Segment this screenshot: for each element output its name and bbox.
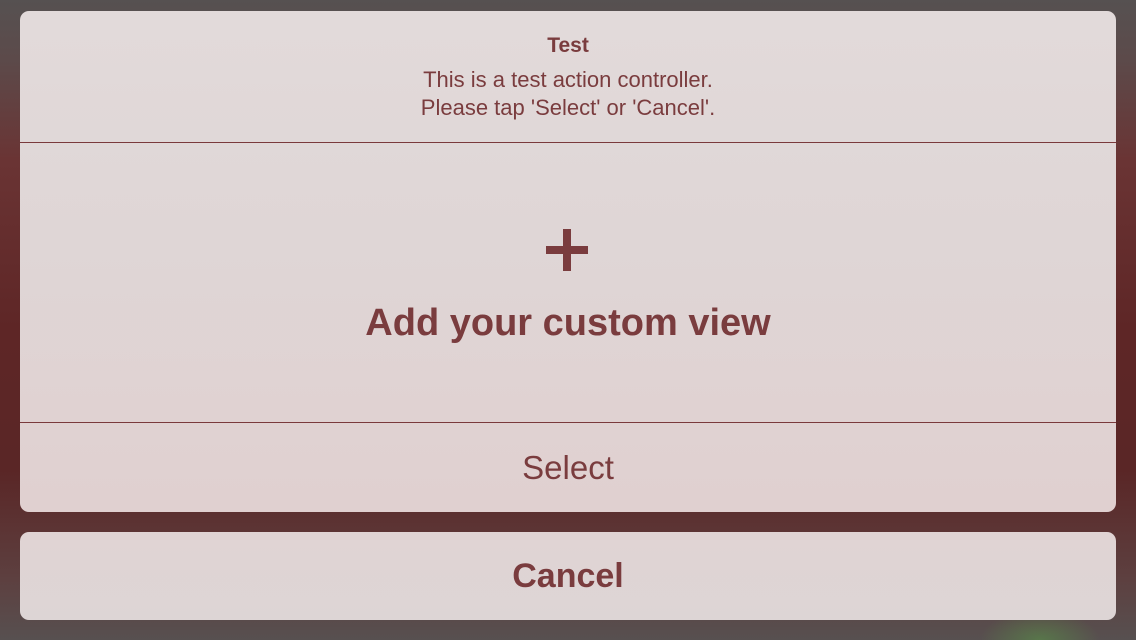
select-button[interactable]: Select [20,423,1116,512]
alert-message-line: This is a test action controller. [423,67,713,92]
cancel-button[interactable]: Cancel [20,532,1116,620]
custom-view-label: Add your custom view [365,302,771,344]
alert-message-line: Please tap 'Select' or 'Cancel'. [420,95,716,120]
action-sheet: Test This is a test action controller. P… [20,11,1116,512]
plus-icon [546,229,588,271]
alert-message: This is a test action controller. Please… [20,66,1116,122]
alert-header: Test This is a test action controller. P… [20,11,1116,143]
alert-title: Test [547,34,589,57]
custom-view-area[interactable]: Add your custom view [20,143,1116,423]
